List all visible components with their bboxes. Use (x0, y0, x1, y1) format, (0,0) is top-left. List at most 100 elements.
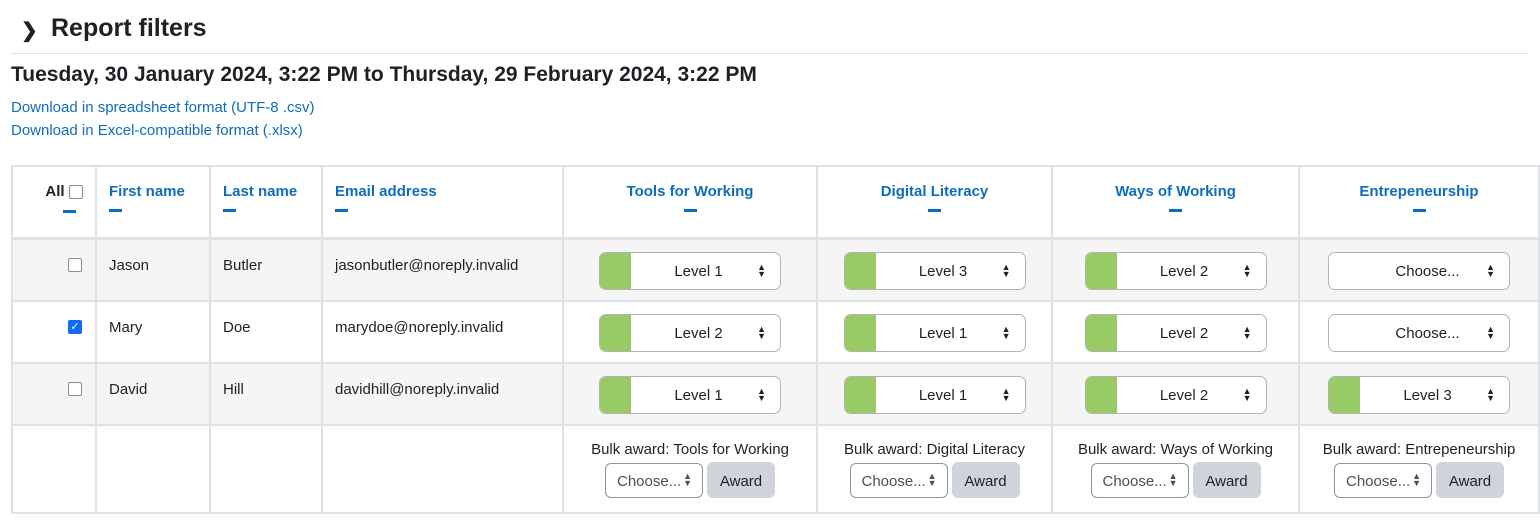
level-select-tools-for-working[interactable]: Level 2 ▲ ▼ (599, 314, 781, 352)
award-button-tools-for-working[interactable]: Award (707, 462, 775, 498)
download-xlsx-link[interactable]: Download in Excel-compatible format (.xl… (11, 122, 303, 139)
email-cell: jasonbutler@noreply.invalid (321, 237, 564, 302)
sort-indicator-icon[interactable] (223, 209, 236, 212)
select-arrows-icon: ▲ ▼ (683, 471, 692, 488)
level-select-digital-literacy[interactable]: Level 1 ▲ ▼ (843, 376, 1026, 414)
level-select-ways-of-working[interactable]: Level 2 ▲ ▼ (1084, 314, 1267, 352)
sort-indicator-icon[interactable] (683, 209, 697, 212)
bulk-award-select-tools-for-working[interactable]: Choose... ▲ ▼ (605, 462, 703, 498)
bulk-award-label: Bulk award: Digital Literacy (844, 441, 1025, 458)
download-csv-link[interactable]: Download in spreadsheet format (UTF-8 .c… (11, 99, 314, 116)
report-filters-title[interactable]: Report filters (51, 14, 207, 43)
sort-entrepeneurship-link[interactable]: Entrepeneurship (1300, 183, 1538, 200)
sort-indicator-icon[interactable] (63, 210, 76, 213)
sort-indicator-icon[interactable] (1169, 209, 1182, 212)
level-cell-entrepeneurship: Level 3 ▲ ▼ (1298, 362, 1540, 426)
table-row: ✓ Mary Doe marydoe@noreply.invalid Level 2 ▲ ▼… (11, 300, 1540, 364)
level-color-swatch (1085, 253, 1117, 289)
select-arrows-icon: ▲ ▼ (1001, 386, 1011, 403)
select-arrows-icon: ▲ ▼ (1412, 471, 1421, 488)
level-color-swatch (600, 315, 631, 351)
first-name: Mary (109, 319, 143, 336)
level-select-entrepeneurship[interactable]: Choose... ▲ ▼ (1328, 252, 1510, 290)
last-name-cell: Butler (209, 237, 323, 302)
sort-indicator-icon[interactable] (335, 209, 348, 212)
level-select-entrepeneurship[interactable]: Choose... ▲ ▼ (1328, 314, 1510, 352)
level-cell-entrepeneurship: Choose... ▲ ▼ (1298, 300, 1540, 364)
level-cell-digital-literacy: Level 1 ▲ ▼ (816, 362, 1053, 426)
bulk-award-select-entrepeneurship[interactable]: Choose... ▲ ▼ (1334, 462, 1432, 498)
row-select-cell (11, 237, 97, 302)
sort-first-name-link[interactable]: First name (109, 183, 209, 200)
select-arrows-icon: ▲ ▼ (1486, 324, 1495, 341)
sort-indicator-icon[interactable] (928, 209, 941, 212)
select-all-label: All (45, 183, 65, 200)
row-select-cell: ✓ (11, 300, 97, 364)
level-select-ways-of-working[interactable]: Level 2 ▲ ▼ (1084, 376, 1267, 414)
award-button-ways-of-working[interactable]: Award (1192, 462, 1261, 498)
bulk-award-label: Bulk award: Entrepeneurship (1322, 441, 1516, 458)
level-select-tools-for-working[interactable]: Level 1 ▲ ▼ (599, 376, 781, 414)
level-cell-digital-literacy: Level 1 ▲ ▼ (816, 300, 1053, 364)
report-filters-section[interactable]: ❯ Report filters (11, 10, 1528, 54)
level-select-digital-literacy[interactable]: Level 3 ▲ ▼ (843, 252, 1026, 290)
bulk-select-value: Choose... (617, 472, 682, 490)
row-select-checkbox[interactable]: ✓ (68, 320, 82, 334)
select-arrows-icon: ▲ ▼ (1168, 471, 1178, 488)
table-row: David Hill davidhill@noreply.invalid Level … (11, 362, 1540, 426)
sort-digital-literacy-link[interactable]: Digital Literacy (818, 183, 1051, 200)
level-select-tools-for-working[interactable]: Level 1 ▲ ▼ (599, 252, 781, 290)
sort-last-name-link[interactable]: Last name (223, 183, 321, 200)
last-name: Hill (223, 381, 244, 398)
empty-cell (321, 424, 564, 514)
award-button-entrepeneurship[interactable]: Award (1436, 462, 1504, 498)
sort-indicator-icon[interactable] (109, 209, 122, 212)
last-name: Butler (223, 257, 263, 274)
bulk-award-cell-ways-of-working: Bulk award: Ways of Working Choose... ▲ ▼ Aw… (1051, 424, 1300, 514)
bulk-select-value: Choose... (861, 472, 926, 490)
level-color-swatch (844, 315, 876, 351)
header-last-name: Last name (209, 165, 323, 240)
select-arrows-icon: ▲ ▼ (1001, 324, 1011, 341)
row-select-cell (11, 362, 97, 426)
header-entrepeneurship: Entrepeneurship (1298, 165, 1540, 240)
bulk-award-cell-digital-literacy: Bulk award: Digital Literacy Choose... ▲ ▼ A… (816, 424, 1053, 514)
email: jasonbutler@noreply.invalid (335, 257, 519, 274)
select-arrows-icon: ▲ ▼ (757, 386, 766, 403)
select-arrows-icon: ▲ ▼ (1001, 262, 1011, 279)
level-select-entrepeneurship[interactable]: Level 3 ▲ ▼ (1328, 376, 1510, 414)
level-color-swatch (844, 377, 876, 413)
select-all-checkbox[interactable] (69, 184, 83, 199)
email: marydoe@noreply.invalid (335, 319, 504, 336)
level-color-swatch (600, 253, 631, 289)
level-cell-tools-for-working: Level 2 ▲ ▼ (562, 300, 818, 364)
bulk-select-value: Choose... (1346, 472, 1411, 490)
competency-table: All First name Last name Email address T… (11, 165, 1540, 514)
email-cell: davidhill@noreply.invalid (321, 362, 564, 426)
chevron-right-icon[interactable]: ❯ (21, 18, 38, 43)
level-select-digital-literacy[interactable]: Level 1 ▲ ▼ (843, 314, 1026, 352)
level-select-ways-of-working[interactable]: Level 2 ▲ ▼ (1084, 252, 1267, 290)
email-cell: marydoe@noreply.invalid (321, 300, 564, 364)
row-select-checkbox[interactable] (68, 382, 82, 396)
sort-ways-of-working-link[interactable]: Ways of Working (1053, 183, 1298, 200)
sort-email-link[interactable]: Email address (335, 183, 562, 200)
select-arrows-icon: ▲ ▼ (927, 471, 937, 488)
row-select-checkbox[interactable] (68, 258, 82, 272)
header-first-name: First name (95, 165, 211, 240)
bulk-award-label: Bulk award: Ways of Working (1077, 441, 1274, 458)
bulk-award-select-ways-of-working[interactable]: Choose... ▲ ▼ (1090, 462, 1189, 498)
level-color-swatch (1329, 315, 1360, 351)
header-ways-of-working: Ways of Working (1051, 165, 1300, 240)
sort-indicator-icon[interactable] (1412, 209, 1426, 212)
award-button-digital-literacy[interactable]: Award (951, 462, 1020, 498)
select-arrows-icon: ▲ ▼ (1242, 324, 1252, 341)
first-name: Jason (109, 257, 150, 274)
level-cell-tools-for-working: Level 1 ▲ ▼ (562, 362, 818, 426)
last-name-cell: Hill (209, 362, 323, 426)
level-cell-ways-of-working: Level 2 ▲ ▼ (1051, 300, 1300, 364)
email: davidhill@noreply.invalid (335, 381, 500, 398)
sort-tools-for-working-link[interactable]: Tools for Working (564, 183, 816, 200)
bulk-award-select-digital-literacy[interactable]: Choose... ▲ ▼ (849, 462, 948, 498)
select-arrows-icon: ▲ ▼ (1486, 386, 1495, 403)
